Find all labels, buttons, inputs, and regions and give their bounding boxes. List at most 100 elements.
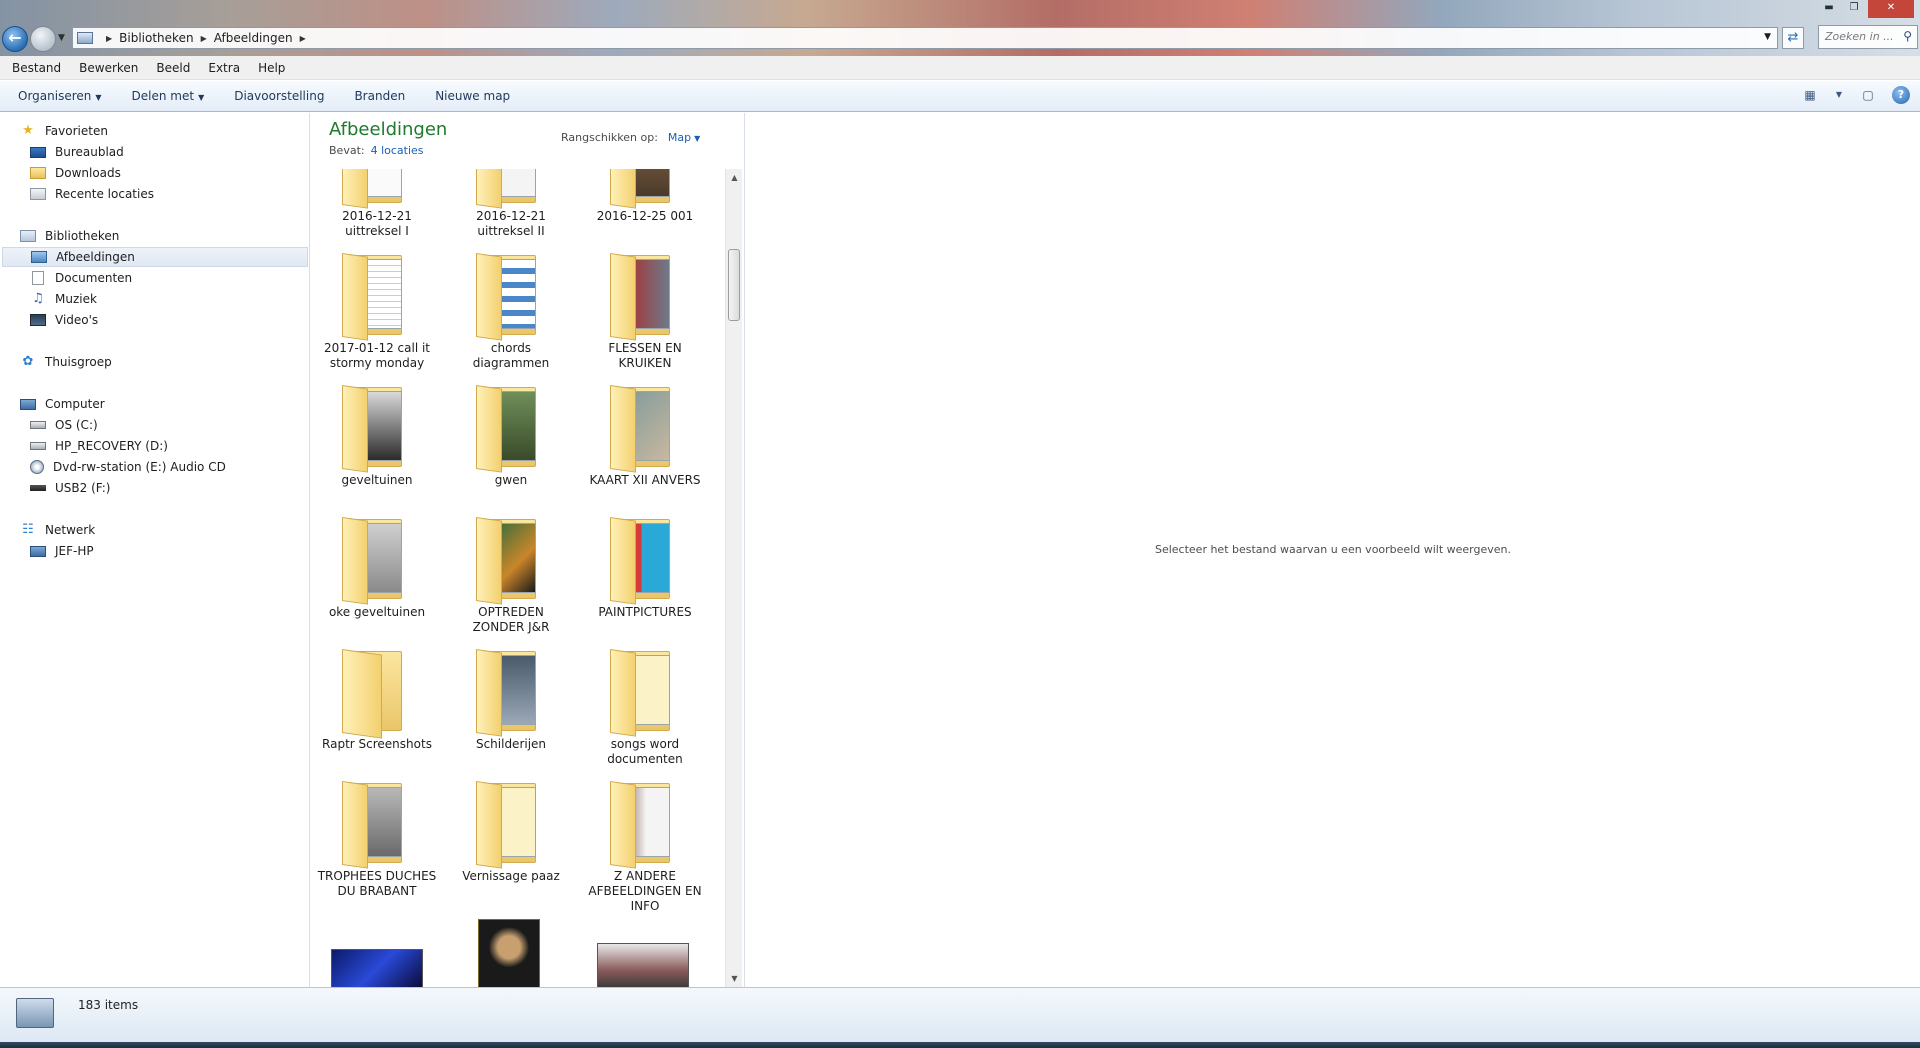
item-label: Vernissage paaz bbox=[462, 869, 560, 883]
search-input[interactable]: Zoeken in ... ⚲ bbox=[1818, 25, 1918, 49]
address-dropdown-icon[interactable]: ▼ bbox=[1764, 32, 1771, 42]
scroll-up-icon[interactable]: ▲ bbox=[726, 169, 743, 186]
back-button[interactable]: ← bbox=[2, 26, 28, 52]
nav-favorites[interactable]: ★ Favorieten bbox=[20, 121, 108, 141]
share-button[interactable]: Delen met ▼ bbox=[132, 89, 205, 103]
nav-label: JEF-HP bbox=[55, 544, 94, 558]
command-bar: Organiseren ▼ Delen met ▼ Diavoorstelling … bbox=[0, 81, 1920, 112]
folder-item[interactable]: songs word documenten bbox=[585, 645, 705, 767]
nav-pictures[interactable]: Afbeeldingen bbox=[2, 247, 308, 267]
nav-label: Downloads bbox=[55, 166, 121, 180]
vertical-scrollbar[interactable]: ▲ ▼ bbox=[725, 169, 742, 987]
folder-item[interactable]: Z ANDERE AFBEELDINGEN EN INFO bbox=[585, 777, 705, 914]
organize-button[interactable]: Organiseren ▼ bbox=[18, 89, 102, 103]
nav-net-host[interactable]: JEF-HP bbox=[30, 541, 94, 561]
breadcrumb-bibliotheken[interactable]: Bibliotheken bbox=[119, 31, 193, 45]
nav-label: Netwerk bbox=[45, 523, 96, 537]
folder-item[interactable]: Schilderijen bbox=[451, 645, 571, 752]
folder-item[interactable]: gwen bbox=[451, 381, 571, 488]
arrange-dropdown[interactable]: Map bbox=[668, 131, 691, 144]
chevron-down-icon[interactable]: ▼ bbox=[694, 134, 700, 143]
folder-icon bbox=[608, 513, 682, 605]
item-label: TROPHEES DUCHES DU BRABANT bbox=[317, 869, 437, 898]
folder-icon bbox=[608, 645, 682, 737]
breadcrumb-afbeeldingen[interactable]: Afbeeldingen bbox=[214, 31, 293, 45]
refresh-button[interactable]: ⇄ bbox=[1782, 27, 1804, 49]
minimize-button[interactable]: ▬ bbox=[1818, 0, 1840, 18]
scroll-down-icon[interactable]: ▼ bbox=[726, 970, 743, 987]
close-button[interactable]: ✕ bbox=[1868, 0, 1914, 18]
breadcrumb-separator-icon[interactable]: ▶ bbox=[106, 34, 112, 43]
address-bar[interactable]: ▶ Bibliotheken ▶ Afbeeldingen ▶ ▼ bbox=[72, 27, 1778, 49]
menu-bewerken[interactable]: Bewerken bbox=[79, 61, 138, 75]
nav-drive-e[interactable]: Dvd-rw-station (E:) Audio CD bbox=[30, 457, 226, 477]
library-contains: Bevat: 4 locaties bbox=[329, 144, 424, 157]
nav-label: USB2 (F:) bbox=[55, 481, 111, 495]
nav-music[interactable]: ♫ Muziek bbox=[30, 289, 97, 309]
nav-homegroup[interactable]: ✿ Thuisgroep bbox=[20, 352, 112, 372]
scroll-thumb[interactable] bbox=[728, 249, 740, 321]
image-thumbnail[interactable] bbox=[597, 943, 689, 987]
folder-icon bbox=[474, 513, 548, 605]
folder-item[interactable]: 2016-12-21 uittreksel II bbox=[451, 169, 571, 239]
nav-downloads[interactable]: Downloads bbox=[30, 163, 121, 183]
item-grid: 2016-12-21 uittreksel I 2016-12-21 uittr… bbox=[311, 169, 725, 987]
folder-item[interactable]: chords diagrammen bbox=[451, 249, 571, 371]
folder-item[interactable]: TROPHEES DUCHES DU BRABANT bbox=[317, 777, 437, 899]
folder-item[interactable]: KAART XII ANVERS bbox=[585, 381, 705, 488]
preview-pane: Selecteer het bestand waarvan u een voor… bbox=[746, 113, 1920, 987]
nav-recent[interactable]: Recente locaties bbox=[30, 184, 154, 204]
preview-pane-icon[interactable]: ▢ bbox=[1858, 86, 1878, 104]
folder-item[interactable]: OPTREDEN ZONDER J&R bbox=[451, 513, 571, 635]
search-placeholder: Zoeken in ... bbox=[1825, 30, 1894, 43]
folder-icon bbox=[474, 777, 548, 869]
change-view-icon[interactable]: ▦ bbox=[1800, 86, 1820, 104]
nav-label: Dvd-rw-station (E:) Audio CD bbox=[53, 460, 226, 474]
slideshow-button[interactable]: Diavoorstelling bbox=[234, 89, 324, 103]
item-label: geveltuinen bbox=[341, 473, 413, 487]
recent-pages-dropdown[interactable]: ▼ bbox=[58, 33, 65, 43]
folder-item[interactable]: oke geveltuinen bbox=[317, 513, 437, 620]
menu-bestand[interactable]: Bestand bbox=[12, 61, 61, 75]
nav-drive-f[interactable]: USB2 (F:) bbox=[30, 478, 110, 498]
new-folder-button[interactable]: Nieuwe map bbox=[435, 89, 510, 103]
content-pane: Afbeeldingen Bevat: 4 locaties Rangschikk… bbox=[311, 113, 745, 987]
image-thumbnail[interactable] bbox=[478, 919, 540, 987]
breadcrumb-separator-icon[interactable]: ▶ bbox=[300, 34, 306, 43]
item-label: FLESSEN EN KRUIKEN bbox=[608, 341, 682, 370]
menu-help[interactable]: Help bbox=[258, 61, 285, 75]
help-icon[interactable]: ? bbox=[1892, 86, 1910, 104]
nav-drive-d[interactable]: HP_RECOVERY (D:) bbox=[30, 436, 168, 456]
image-thumbnail[interactable] bbox=[331, 949, 423, 987]
nav-computer[interactable]: Computer bbox=[20, 394, 105, 414]
folder-item[interactable]: 2017-01-12 call it stormy monday bbox=[317, 249, 437, 371]
menu-beeld[interactable]: Beeld bbox=[156, 61, 190, 75]
folder-icon bbox=[608, 169, 682, 209]
folder-item[interactable]: 2016-12-25 001 bbox=[585, 169, 705, 224]
folder-item[interactable]: PAINTPICTURES bbox=[585, 513, 705, 620]
nav-label: Documenten bbox=[55, 271, 133, 285]
nav-drive-c[interactable]: OS (C:) bbox=[30, 415, 98, 435]
nav-videos[interactable]: Video's bbox=[30, 310, 98, 330]
locations-link[interactable]: 4 locaties bbox=[371, 144, 424, 157]
menu-extra[interactable]: Extra bbox=[208, 61, 240, 75]
nav-documents[interactable]: Documenten bbox=[30, 268, 132, 288]
nav-network[interactable]: ☷ Netwerk bbox=[20, 520, 95, 540]
forward-button[interactable] bbox=[30, 26, 56, 52]
folder-item[interactable]: Raptr Screenshots bbox=[317, 645, 437, 752]
nav-libraries[interactable]: Bibliotheken bbox=[20, 226, 119, 246]
nav-desktop[interactable]: Bureaublad bbox=[30, 142, 124, 162]
arrange-label: Rangschikken op: bbox=[561, 131, 658, 144]
folder-icon bbox=[340, 381, 414, 473]
burn-button[interactable]: Branden bbox=[354, 89, 405, 103]
taskbar-edge bbox=[0, 1042, 1920, 1048]
nav-label: Favorieten bbox=[45, 124, 108, 138]
view-options-dropdown-icon[interactable]: ▼ bbox=[1834, 86, 1844, 104]
search-icon[interactable]: ⚲ bbox=[1903, 29, 1912, 43]
restore-button[interactable]: ❐ bbox=[1843, 0, 1865, 18]
folder-item[interactable]: FLESSEN EN KRUIKEN bbox=[585, 249, 705, 371]
folder-item[interactable]: 2016-12-21 uittreksel I bbox=[317, 169, 437, 239]
folder-item[interactable]: Vernissage paaz bbox=[451, 777, 571, 884]
breadcrumb-separator-icon[interactable]: ▶ bbox=[201, 34, 207, 43]
folder-item[interactable]: geveltuinen bbox=[317, 381, 437, 488]
